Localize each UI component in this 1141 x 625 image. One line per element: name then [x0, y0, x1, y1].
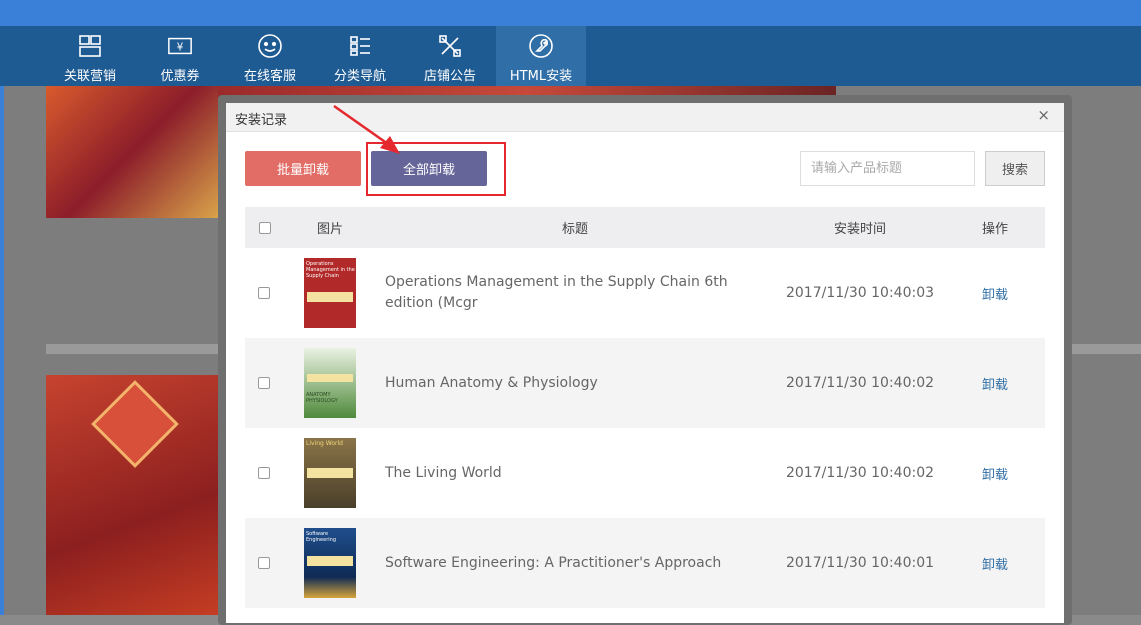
product-title: Operations Management in the Supply Chai… — [385, 274, 728, 311]
wrench-icon — [528, 33, 554, 59]
row-checkbox[interactable] — [258, 557, 270, 569]
install-time: 2017/11/30 10:40:03 — [785, 285, 935, 301]
nav-item-related-marketing[interactable]: 关联营销 — [50, 26, 130, 86]
pencil-ruler-icon — [437, 33, 463, 59]
search-button[interactable]: 搜索 — [985, 151, 1045, 186]
product-thumbnail: ANATOMY PHYSIOLOGY — [295, 346, 365, 420]
row-checkbox[interactable] — [258, 287, 270, 299]
background-banner-bottom — [46, 375, 218, 615]
nav-label: HTML安装 — [509, 69, 573, 84]
row-checkbox[interactable] — [258, 377, 270, 389]
install-time: 2017/11/30 10:40:02 — [785, 465, 935, 481]
table-row: Living World The Living World 2017/11/30… — [245, 428, 1045, 518]
install-time: 2017/11/30 10:40:01 — [785, 555, 935, 571]
product-title: Human Anatomy & Physiology — [385, 374, 598, 391]
row-checkbox-cell — [258, 248, 270, 338]
left-edge — [0, 26, 4, 615]
install-time: 2017/11/30 10:40:02 — [785, 375, 935, 391]
nav-item-customer-service[interactable]: 在线客服 — [230, 26, 310, 86]
dialog-title: 安装记录 — [235, 113, 288, 128]
book-cover: ANATOMY PHYSIOLOGY — [304, 348, 356, 418]
book-cover: Living World — [304, 438, 356, 508]
product-thumbnail: Software Engineering — [295, 526, 365, 600]
top-nav: 关联营销 ¥ 优惠券 在线客服 分类导航 店铺公告 HTML安装 — [0, 26, 1141, 86]
nav-label: 关联营销 — [63, 69, 116, 84]
nav-label: 优惠券 — [160, 69, 200, 84]
row-checkbox-cell — [258, 428, 270, 518]
nav-item-store-notice[interactable]: 店铺公告 — [410, 26, 490, 86]
table-header: 图片 标题 安装时间 操作 — [245, 207, 1045, 248]
table-row: Operations Management in the Supply Chai… — [245, 248, 1045, 338]
table-row: Software Engineering Software Engineerin… — [245, 518, 1045, 608]
uninstall-link[interactable]: 卸载 — [965, 248, 1025, 338]
close-icon[interactable]: × — [1037, 106, 1050, 124]
book-cover: Software Engineering — [304, 528, 356, 598]
select-all-checkbox[interactable] — [259, 221, 271, 234]
grid-icon — [77, 33, 103, 59]
nav-label: 分类导航 — [333, 69, 386, 84]
product-title: The Living World — [385, 464, 502, 481]
product-thumbnail: Operations Management in the Supply Chai… — [295, 256, 365, 330]
nav-item-html-install[interactable]: HTML安装 — [496, 26, 586, 86]
select-all-checkbox-cell — [245, 207, 285, 248]
row-checkbox-cell — [258, 518, 270, 608]
nav-label: 店铺公告 — [423, 69, 476, 84]
row-checkbox-cell — [258, 338, 270, 428]
annotation-arrow-icon — [333, 104, 400, 154]
uninstall-link[interactable]: 卸载 — [965, 428, 1025, 518]
table-row: ANATOMY PHYSIOLOGY Human Anatomy & Physi… — [245, 338, 1045, 428]
smiley-icon — [257, 33, 283, 59]
banner-badge-icon — [91, 380, 179, 468]
background-banner-top — [46, 86, 218, 218]
nav-item-coupon[interactable]: ¥ 优惠券 — [140, 26, 220, 86]
nav-label: 在线客服 — [243, 69, 296, 84]
header-image: 图片 — [316, 222, 343, 237]
header-title: 标题 — [561, 222, 588, 237]
dialog-body: 安装记录 × 批量卸载 全部卸载 搜索 图片 标题 安装时间 操作 Operat… — [226, 103, 1064, 623]
header-action: 操作 — [981, 222, 1008, 237]
svg-text:¥: ¥ — [177, 43, 184, 54]
search-input[interactable] — [800, 151, 975, 186]
uninstall-link[interactable]: 卸载 — [965, 338, 1025, 428]
header-time: 安装时间 — [833, 222, 886, 237]
install-records-dialog: 安装记录 × 批量卸载 全部卸载 搜索 图片 标题 安装时间 操作 Operat… — [218, 95, 1072, 625]
nav-item-category-nav[interactable]: 分类导航 — [320, 26, 400, 86]
coupon-icon: ¥ — [167, 33, 193, 59]
product-thumbnail: Living World — [295, 436, 365, 510]
row-checkbox[interactable] — [258, 467, 270, 479]
uninstall-link[interactable]: 卸载 — [965, 518, 1025, 608]
category-list-icon — [347, 33, 373, 59]
top-bar — [0, 0, 1141, 26]
book-cover: Operations Management in the Supply Chai… — [304, 258, 356, 328]
product-title: Software Engineering: A Practitioner's A… — [385, 554, 722, 571]
